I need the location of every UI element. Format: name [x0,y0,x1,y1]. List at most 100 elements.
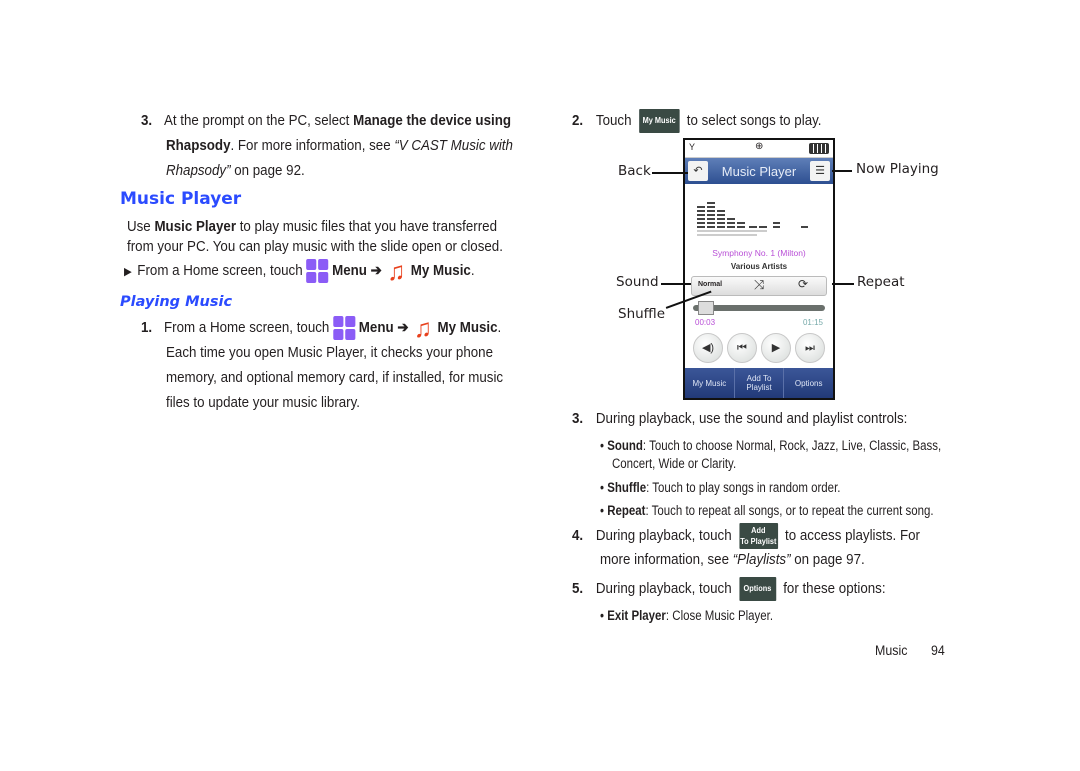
my-music-button[interactable]: My Music [638,109,680,134]
left-step1-line2: Each time you open Music Player, it chec… [166,345,494,361]
callout-line-now-playing [832,170,852,172]
sound-mode-button[interactable]: Normal [698,281,722,288]
softkey-bar: My Music Add To Playlist Options [685,368,833,398]
bullet-shuffle: • Shuffle: Touch to play songs in random… [600,480,841,495]
next-button[interactable]: ⏭ [795,333,825,363]
previous-icon: ⏮ [737,342,747,354]
bullet-text: : Touch to play songs in random order. [646,480,841,495]
step-text: for these options: [783,581,886,597]
step-text: to access playlists. For [785,527,920,544]
intro-text: Use [127,219,155,235]
play-button[interactable]: ▶ [761,333,791,363]
options-button[interactable]: Options [739,577,776,602]
step-number: 3. [141,113,153,129]
title-bar: ↶ Music Player ☰ [685,158,833,184]
add-to-playlist-button[interactable]: Add To Playlist [739,523,778,549]
play-icon: ▶ [771,342,781,354]
bold-term: Exit Player [607,608,666,623]
bullet-sound: • Sound: Touch to choose Normal, Rock, J… [600,438,942,453]
left-step3-line2: Rhapsody. For more information, see “V C… [166,134,513,159]
page-number: 94 [931,643,945,658]
right-step5: 5. During playback, touch Options for the… [572,577,886,602]
bullet-exit-player: • Exit Player: Close Music Player. [600,608,774,623]
step-text: on page 92. [230,163,305,179]
button-label: Add [751,526,766,535]
right-step4-line2: more information, see “Playlists” on pag… [600,548,865,573]
softkey-options[interactable]: Options [784,368,833,398]
section-heading: Music Player [120,189,242,209]
left-step1-line3: memory, and optional memory card, if ins… [166,370,504,386]
callout-line-sound [661,283,691,285]
right-step3: 3. During playback, use the sound and pla… [572,407,907,432]
signal-icon: Y [689,142,696,152]
callout-repeat: Repeat [857,274,905,290]
callout-line-back [652,172,688,174]
callout-now-playing: Now Playing [856,161,939,177]
bold-term: Manage the device using [353,113,511,129]
bullet-sound-cont: Concert, Wide or Clarity. [612,456,737,471]
step-text: on page 97. [790,552,865,568]
next-icon: ⏭ [805,342,815,354]
button-label: To Playlist [740,537,777,546]
callout-sound: Sound [616,274,659,290]
subheading: Playing Music [120,294,233,310]
step-text: . For more information, see [230,138,395,154]
battery-icon [809,143,829,154]
volume-button[interactable]: ◀) [693,333,723,363]
total-time: 01:15 [802,318,823,327]
callout-line-repeat [832,283,854,285]
now-playing-list-icon: ☰ [815,165,825,177]
time-readout: 00:03 01:15 [695,318,823,327]
cross-reference-link[interactable]: “Playlists” [733,552,791,568]
left-step3: 3. At the prompt on the PC, select Manage… [141,109,511,134]
gps-icon: ⊕ [755,141,764,152]
cross-reference-link[interactable]: “V CAST Music with [394,138,513,154]
period: . [470,263,475,279]
step-text: During playback, use the sound and playl… [595,411,908,427]
sound-controls-bar: Normal ⤨ ⟳ [691,276,827,296]
progress-slider[interactable] [693,301,825,315]
softkey-add-to-playlist[interactable]: Add To Playlist [735,368,785,398]
repeat-icon[interactable]: ⟳ [798,277,808,291]
menu-label: Menu ➔ [332,263,382,279]
menu-label: Menu ➔ [358,320,409,336]
shuffle-icon[interactable]: ⤨ [754,277,764,293]
menu-grid-icon [333,316,356,341]
triangle-bullet-icon: ▶ [124,266,132,278]
step-text: From a Home screen, touch [164,320,330,336]
softkey-my-music[interactable]: My Music [685,368,735,398]
step-number: 1. [141,320,153,336]
callout-back: Back [618,163,651,179]
artist-name: Various Artists [730,262,788,271]
bullet-text: : Touch to repeat all songs, or to repea… [645,503,934,518]
step-text: At the prompt on the PC, select [164,113,354,129]
phone-screenshot: Y ⊕ ↶ Music Player ☰ Symphony No. 1 (Mil… [683,138,835,400]
equalizer-visualizer [697,202,808,236]
left-step1: 1. From a Home screen, touch Menu ➔ ♫ My Mus… [141,315,502,341]
status-bar: Y ⊕ [685,140,833,158]
bold-term: Music Player [154,219,237,235]
bullet-text: : Touch to choose Normal, Rock, Jazz, Li… [642,438,942,453]
right-step2: 2. Touch My Music to select songs to play… [572,109,822,134]
intro-line2: from your PC. You can play music with th… [127,239,503,255]
step-text: From a Home screen, touch [137,263,303,279]
step-text: During playback, touch [595,581,732,597]
previous-button[interactable]: ⏮ [727,333,757,363]
my-music-label: My Music [437,320,498,336]
intro-text: to play music files that you have transf… [236,219,498,235]
elapsed-time: 00:03 [695,318,716,327]
step-text: to select songs to play. [686,113,822,129]
bullet-text: : Close Music Player. [665,608,774,623]
step-text: During playback, touch [595,527,732,544]
footer-section: Music [875,643,908,658]
cross-reference-link[interactable]: Rhapsody” [166,163,231,179]
step-text: more information, see [600,552,733,568]
callout-shuffle: Shuffle [618,306,666,322]
now-playing-button[interactable]: ☰ [810,161,830,181]
my-music-label: My Music [410,263,471,279]
step-number: 5. [572,581,584,597]
period: . [497,320,502,336]
left-step3-line3: Rhapsody” on page 92. [166,159,305,184]
menu-grid-icon [306,259,329,284]
progress-knob[interactable] [698,301,715,315]
